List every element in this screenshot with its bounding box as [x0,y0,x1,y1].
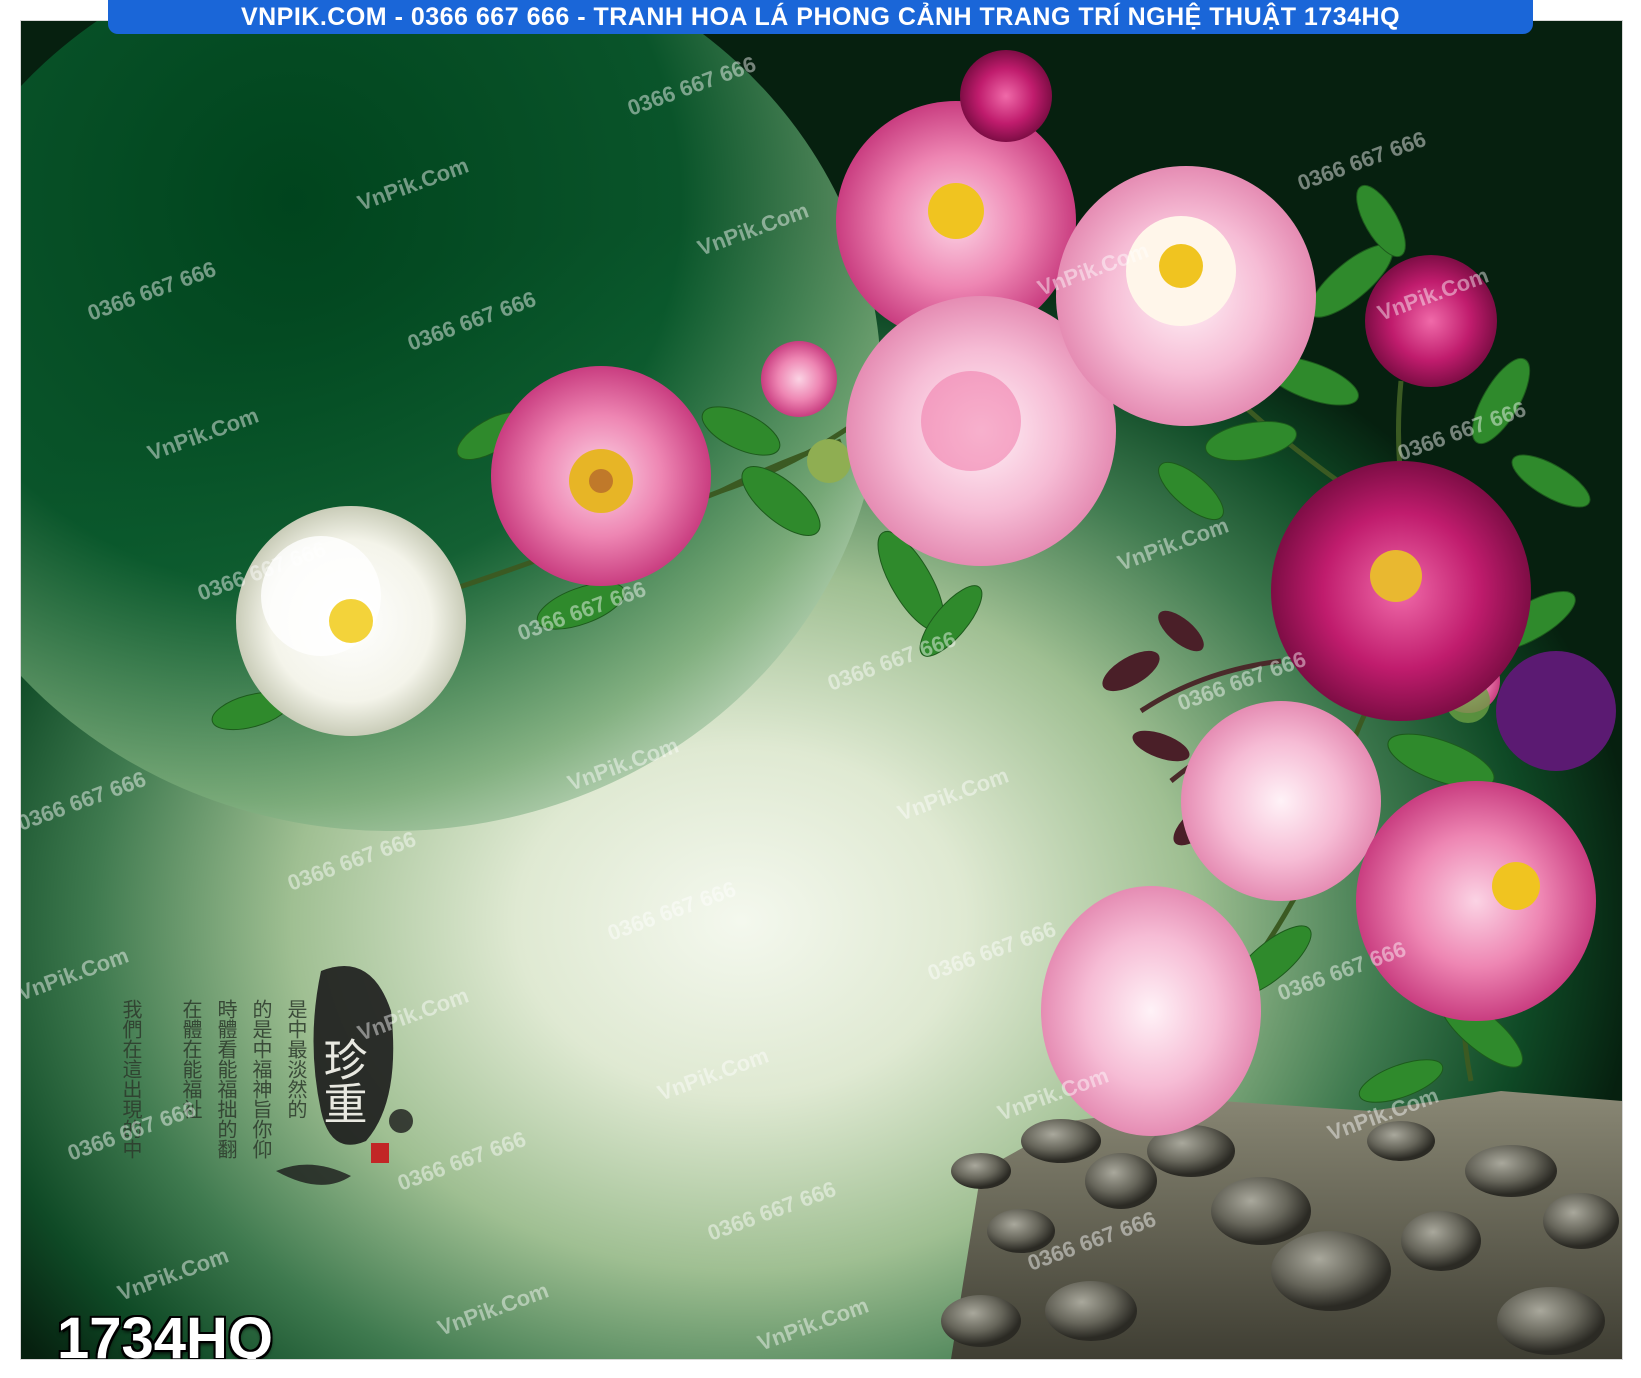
rock-garden [941,1091,1622,1359]
watermark-phone: 0366 667 666 [1294,126,1429,196]
watermark-site: VnPik.Com [354,152,472,215]
watermark-phone: 0366 667 666 [84,256,219,326]
calligraphy: 珍重 是中最淡然的 的是中福神旨你仰 時體看能福拙的翻 在體在能福祉 我們在這出… [119,966,413,1185]
top-banner: VNPIK.COM - 0366 667 666 - TRANH HOA LÁ … [108,0,1533,34]
banner-text: VNPIK.COM - 0366 667 666 - TRANH HOA LÁ … [240,3,1401,31]
peony-painting: 珍重 是中最淡然的 的是中福神旨你仰 時體看能福拙的翻 在體在能福祉 我們在這出… [21,50,1622,1359]
white-peony [236,506,466,736]
pink-peony-right [1356,781,1596,1021]
watermark-site: VnPik.Com [564,732,682,795]
watermark-phone: 0366 667 666 [21,766,149,836]
watermark-site: VnPik.Com [654,1042,772,1105]
watermark-phone: 0366 667 666 [824,626,959,696]
watermark-site: VnPik.Com [434,1277,552,1340]
watermark-phone: 0366 667 666 [604,876,739,946]
pink-peony-open [491,366,711,586]
watermark-phone: 0366 667 666 [394,1126,529,1196]
calligraphy-line-3: 時體看能福拙的翻 [214,999,238,1159]
calligraphy-line-1: 是中最淡然的 [284,999,308,1119]
watermark-site: VnPik.Com [114,1242,232,1305]
watermark-phone: 0366 667 666 [924,916,1059,986]
watermark-phone: 0366 667 666 [624,51,759,121]
watermark-phone: 0366 667 666 [1394,396,1529,466]
watermark-site: VnPik.Com [1114,512,1232,575]
pink-peony-top [836,50,1076,341]
watermark-phone: 0366 667 666 [284,826,419,896]
watermark-phone: 0366 667 666 [404,286,539,356]
artwork-frame: 珍重 是中最淡然的 的是中福神旨你仰 時體看能福拙的翻 在體在能福祉 我們在這出… [20,20,1623,1360]
seal-characters: 珍重 [316,1037,367,1125]
watermark-phone: 0366 667 666 [704,1176,839,1246]
white-pink-peony [1056,166,1316,426]
light-peony-mid [1181,701,1381,901]
watermark-site: VnPik.Com [694,197,812,260]
watermark-site: VnPik.Com [894,762,1012,825]
watermark-site: VnPik.Com [144,402,262,465]
product-code: 1734HQ [57,1306,274,1360]
watermark-site: VnPik.Com [754,1292,872,1355]
red-seal-icon [371,1143,389,1163]
watermark-site: VnPik.Com [21,942,132,1005]
calligraphy-line-2: 的是中福神旨你仰 [249,999,273,1159]
